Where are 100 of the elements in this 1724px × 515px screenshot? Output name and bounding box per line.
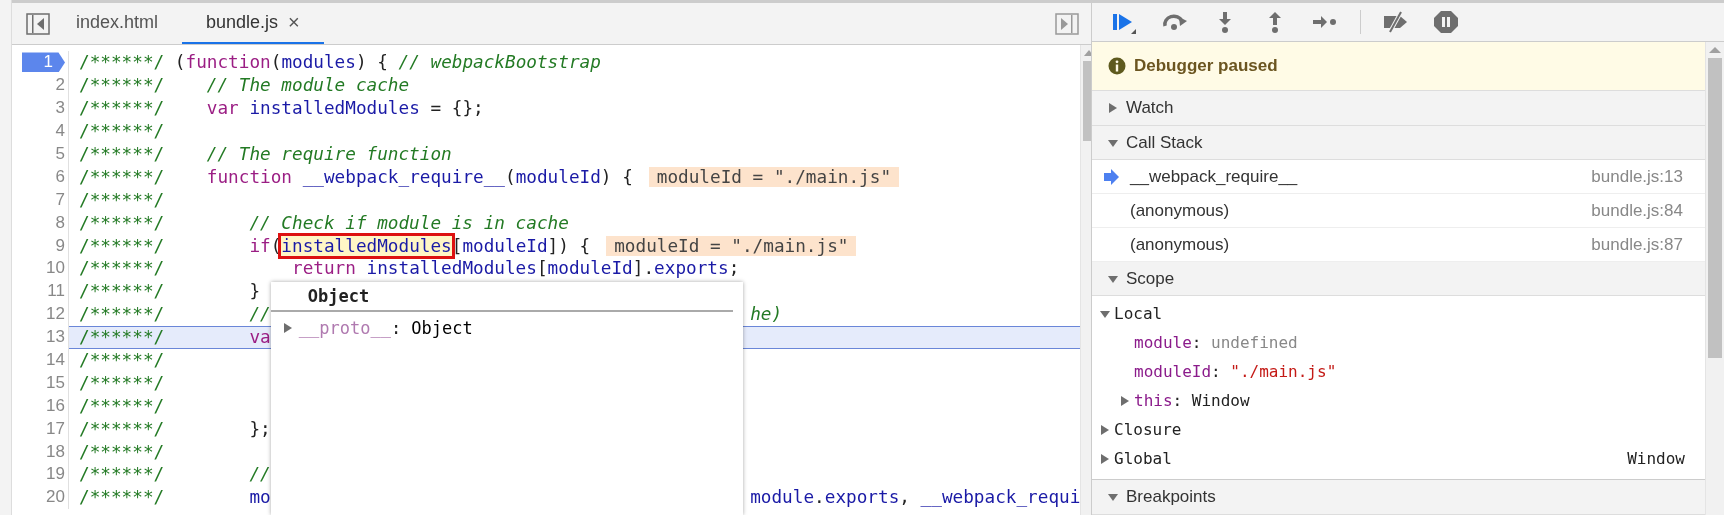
close-icon[interactable]: × (288, 11, 300, 34)
code-token: /******/ (79, 121, 165, 142)
line-number[interactable]: 3 (55, 98, 65, 119)
breakpoint-marker[interactable]: 1 (21, 52, 65, 73)
code-token: = {}; (429, 98, 484, 119)
frame-location[interactable]: bundle.js:13 (1591, 166, 1683, 187)
code-token: ) { (355, 52, 389, 73)
code-token: [ (536, 258, 548, 279)
code-token: /******/ (79, 487, 165, 508)
collapse-triangle-icon[interactable] (1108, 492, 1118, 503)
collapse-triangle-icon[interactable] (1108, 273, 1118, 284)
hovered-identifier: installedModules (281, 235, 452, 256)
code-token: /******/ (79, 327, 165, 348)
code-token: modules (281, 52, 356, 73)
code-token: /******/ (79, 52, 165, 73)
expand-triangle-icon[interactable] (1100, 453, 1110, 464)
expand-triangle-icon[interactable] (282, 323, 293, 333)
line-number[interactable]: 4 (55, 121, 65, 142)
code-token: return (291, 258, 356, 279)
code-token: moduleId (547, 258, 633, 279)
file-tab[interactable]: index.html (52, 3, 183, 44)
section-header[interactable]: Scope (1092, 261, 1705, 297)
line-number[interactable]: 8 (55, 212, 65, 233)
code-token: // The module cache (205, 75, 410, 96)
code-token: installedModules (365, 258, 537, 279)
call-frame[interactable]: (anonymous) bundle.js:84 (1092, 194, 1705, 229)
line-number[interactable]: 7 (55, 189, 65, 210)
scrollbar[interactable] (1705, 42, 1724, 515)
code-token: /******/ (79, 464, 165, 485)
line-number[interactable]: 15 (46, 372, 65, 393)
code-token: [ (451, 235, 463, 256)
line-number[interactable]: 2 (55, 75, 65, 96)
collapse-triangle-icon[interactable] (1108, 137, 1118, 148)
code-token: __webpack_require__ (301, 166, 505, 187)
info-icon (1108, 57, 1126, 76)
variable-entry: moduleId: "./main.js" (1134, 362, 1337, 382)
frame-location[interactable]: bundle.js:84 (1591, 200, 1683, 221)
code-token: /******/ (79, 281, 165, 302)
code-token: if (248, 235, 271, 256)
line-number[interactable]: 5 (55, 144, 65, 164)
code-token: . (814, 487, 825, 508)
code-token: __webpack_requi (920, 487, 1081, 508)
call-frame[interactable]: __webpack_require__ bundle.js:13 (1092, 160, 1705, 195)
code-token: ( (173, 52, 186, 73)
code-token: /******/ (79, 441, 165, 462)
expand-triangle-icon[interactable] (1108, 103, 1118, 114)
code-token: /******/ (79, 395, 165, 416)
popover-title: Object (270, 282, 733, 312)
variable-entry: module: undefined (1134, 333, 1298, 353)
code-token: var (205, 98, 239, 119)
line-number[interactable]: 6 (55, 166, 65, 187)
line-number[interactable]: 12 (46, 304, 65, 325)
code-token: }; (248, 418, 271, 439)
code-token: /******/ (79, 75, 165, 96)
line-number[interactable]: 10 (46, 258, 65, 279)
code-token: /******/ (79, 144, 165, 164)
code-token: /******/ (79, 98, 165, 119)
scrollbar-thumb[interactable] (1708, 58, 1722, 358)
call-frame[interactable]: (anonymous) bundle.js:87 (1092, 228, 1705, 262)
section-header[interactable]: Breakpoints (1092, 480, 1705, 515)
code-token: moduleId (462, 235, 548, 256)
line-number[interactable]: 19 (46, 464, 65, 485)
scope-name[interactable]: Global (1114, 449, 1172, 469)
line-number[interactable]: 18 (46, 441, 65, 462)
code-token: ( (505, 166, 516, 187)
code-token: exports (824, 487, 900, 508)
code-token: va (248, 327, 271, 348)
line-number[interactable]: 9 (55, 235, 65, 256)
code-token: mo (248, 487, 271, 508)
code-token: ( (270, 235, 282, 256)
code-token: module (750, 487, 815, 508)
line-number[interactable]: 17 (46, 418, 65, 439)
section-header[interactable]: Watch (1092, 91, 1705, 126)
line-number[interactable]: 14 (46, 350, 65, 370)
file-tab[interactable]: bundle.js × (182, 3, 324, 44)
line-number[interactable]: 16 (46, 395, 65, 416)
code-token: // (248, 464, 271, 485)
collapse-triangle-icon[interactable] (1100, 308, 1110, 319)
code-token: /******/ (79, 258, 165, 279)
property-entry[interactable]: __proto__: Object (298, 318, 473, 338)
status-message: Debugger paused (1134, 56, 1278, 77)
code-token: /******/ (79, 372, 165, 393)
line-number[interactable]: 20 (46, 487, 65, 508)
code-token: } (248, 281, 261, 302)
section-header[interactable]: Call Stack (1092, 125, 1705, 161)
code-token: /******/ (79, 350, 165, 370)
scope-name[interactable]: Local (1114, 304, 1163, 324)
expand-triangle-icon[interactable] (1100, 424, 1110, 435)
inline-value: moduleId = "./main.js" (606, 235, 857, 256)
code-token: // (248, 304, 271, 325)
code-token: /******/ (79, 166, 165, 187)
pause-icon[interactable] (1431, 9, 1461, 35)
scope-name[interactable]: Closure (1114, 420, 1182, 440)
code-token: ) { (600, 166, 633, 187)
code-token: ; (728, 258, 740, 279)
code-token: /******/ (79, 235, 165, 256)
frame-location[interactable]: bundle.js:87 (1591, 234, 1683, 255)
code-token: ]) { (547, 235, 591, 256)
expand-triangle-icon[interactable] (1120, 395, 1130, 406)
line-number[interactable]: 11 (47, 281, 65, 302)
